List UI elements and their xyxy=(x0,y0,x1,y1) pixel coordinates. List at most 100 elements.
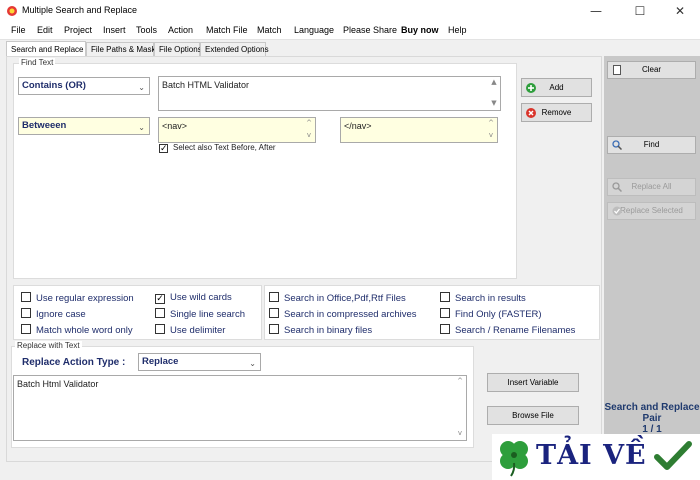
scroll-down-icon[interactable]: v xyxy=(486,131,496,139)
search-compressed-checkbox[interactable]: Search in compressed archives xyxy=(269,308,417,320)
menu-help[interactable]: Help xyxy=(448,25,467,35)
chevron-down-icon: ⌄ xyxy=(138,83,145,92)
use-wild-cards-label: Use wild cards xyxy=(170,292,232,303)
menu-language[interactable]: Language xyxy=(294,25,334,35)
find-button[interactable]: Find xyxy=(607,136,696,154)
rename-filenames-checkbox[interactable]: Search / Rename Filenames xyxy=(440,324,575,336)
replace-selected-label: Replace Selected xyxy=(620,206,683,215)
checkbox-icon xyxy=(155,308,165,318)
check-circle-icon xyxy=(612,206,622,216)
remove-button[interactable]: Remove xyxy=(521,103,592,122)
tab-extended-options[interactable]: Extended Options xyxy=(200,42,269,56)
find-text-value: Batch HTML Validator xyxy=(162,80,250,90)
tab-strip: Search and Replace File Paths & Masks Fi… xyxy=(6,41,596,57)
replace-action-value: Replace xyxy=(142,356,179,367)
match-whole-word-checkbox[interactable]: Match whole word only xyxy=(21,324,133,336)
scroll-down-icon[interactable]: v xyxy=(455,429,465,437)
between-mode-select[interactable]: Betweeen ⌄ xyxy=(18,117,150,135)
replace-action-select[interactable]: Replace ⌄ xyxy=(138,353,261,371)
search-office-checkbox[interactable]: Search in Office,Pdf,Rtf Files xyxy=(269,292,406,304)
close-button[interactable]: ✕ xyxy=(660,0,700,22)
scroll-up-icon[interactable]: ▲ xyxy=(489,78,499,86)
replace-all-button[interactable]: Replace All xyxy=(607,178,696,196)
checkbox-icon xyxy=(440,308,450,318)
watermark-text: TẢI VỀ xyxy=(536,440,647,471)
find-only-checkbox[interactable]: Find Only (FASTER) xyxy=(440,308,542,320)
find-text-input[interactable]: Batch HTML Validator ▲ ▼ xyxy=(158,76,501,111)
checkmark-icon xyxy=(654,441,692,470)
clover-icon xyxy=(500,441,528,477)
replace-icon xyxy=(612,182,622,192)
checkbox-icon xyxy=(440,324,450,334)
menu-buy-now[interactable]: Buy now xyxy=(401,25,439,35)
menu-please-share[interactable]: Please Share xyxy=(343,25,397,35)
insert-variable-button[interactable]: Insert Variable xyxy=(487,373,579,392)
ignore-case-label: Ignore case xyxy=(36,309,86,320)
tab-search-and-replace[interactable]: Search and Replace xyxy=(6,41,86,57)
search-binary-checkbox[interactable]: Search in binary files xyxy=(269,324,372,336)
menu-file[interactable]: File xyxy=(11,25,26,35)
scroll-up-icon[interactable]: ^ xyxy=(486,119,496,127)
between-mode-value: Betweeen xyxy=(22,120,67,131)
use-regex-checkbox[interactable]: Use regular expression xyxy=(21,292,134,304)
single-line-search-checkbox[interactable]: Single line search xyxy=(155,308,245,320)
scroll-up-icon[interactable]: ^ xyxy=(304,119,314,127)
tab-file-options[interactable]: File Options xyxy=(154,42,202,56)
menu-edit[interactable]: Edit xyxy=(37,25,53,35)
maximize-button[interactable]: ☐ xyxy=(620,0,660,22)
replace-text-input[interactable]: Batch Html Validator ^ v xyxy=(13,375,467,441)
use-regex-label: Use regular expression xyxy=(36,293,134,304)
checkbox-icon xyxy=(269,308,279,318)
minimize-button[interactable]: — xyxy=(576,0,616,22)
remove-icon xyxy=(526,108,536,118)
menu-insert[interactable]: Insert xyxy=(103,25,126,35)
checkbox-checked-icon: ✓ xyxy=(159,144,168,154)
checkbox-checked-icon: ✓ xyxy=(155,294,165,304)
add-icon xyxy=(526,83,536,93)
remove-label: Remove xyxy=(541,108,572,117)
find-mode-select[interactable]: Contains (OR) ⌄ xyxy=(18,77,150,95)
select-also-label: Select also Text Before, After xyxy=(173,143,276,152)
search-in-results-checkbox[interactable]: Search in results xyxy=(440,292,526,304)
scroll-down-icon[interactable]: ▼ xyxy=(489,99,499,107)
title-bar: Multiple Search and Replace — ☐ ✕ xyxy=(0,0,700,22)
menu-tools[interactable]: Tools xyxy=(136,25,157,35)
tab-file-paths-masks[interactable]: File Paths & Masks xyxy=(86,42,159,56)
single-line-search-label: Single line search xyxy=(170,309,245,320)
pair-info: Search and Replace Pair 1 / 1 xyxy=(604,402,700,435)
text-after-input[interactable]: </nav> ^ v xyxy=(340,117,498,143)
clear-label: Clear xyxy=(641,65,662,74)
checkbox-icon xyxy=(21,292,31,302)
use-wild-cards-checkbox[interactable]: ✓ Use wild cards xyxy=(155,292,232,304)
text-after-value: </nav> xyxy=(344,121,372,131)
use-delimiter-label: Use delimiter xyxy=(170,325,226,336)
checkbox-icon xyxy=(155,324,165,334)
replace-selected-button[interactable]: Replace Selected xyxy=(607,202,696,220)
search-in-results-label: Search in results xyxy=(455,293,526,304)
rename-filenames-label: Search / Rename Filenames xyxy=(455,325,576,336)
find-label: Find xyxy=(643,140,660,149)
replace-action-label: Replace Action Type : xyxy=(22,357,126,368)
match-whole-word-label: Match whole word only xyxy=(36,325,133,336)
scroll-down-icon[interactable]: v xyxy=(304,131,314,139)
ignore-case-checkbox[interactable]: Ignore case xyxy=(21,308,86,320)
text-before-value: <nav> xyxy=(162,121,188,131)
replace-group-title: Replace with Text xyxy=(15,341,82,350)
select-also-checkbox[interactable]: ✓ Select also Text Before, After xyxy=(159,143,276,154)
text-before-input[interactable]: <nav> ^ v xyxy=(158,117,316,143)
clear-button[interactable]: Clear xyxy=(607,61,696,79)
document-icon xyxy=(613,65,621,75)
app-icon xyxy=(7,6,17,16)
menu-project[interactable]: Project xyxy=(64,25,92,35)
menu-match[interactable]: Match xyxy=(257,25,282,35)
scroll-up-icon[interactable]: ^ xyxy=(455,377,465,385)
add-button[interactable]: Add xyxy=(521,78,592,97)
browse-file-button[interactable]: Browse File xyxy=(487,406,579,425)
menu-match-file[interactable]: Match File xyxy=(206,25,248,35)
menu-action[interactable]: Action xyxy=(168,25,193,35)
pair-title: Search and Replace Pair xyxy=(604,402,700,424)
checkbox-icon xyxy=(440,292,450,302)
use-delimiter-checkbox[interactable]: Use delimiter xyxy=(155,324,225,336)
checkbox-icon xyxy=(21,324,31,334)
chevron-down-icon: ⌄ xyxy=(249,359,256,368)
